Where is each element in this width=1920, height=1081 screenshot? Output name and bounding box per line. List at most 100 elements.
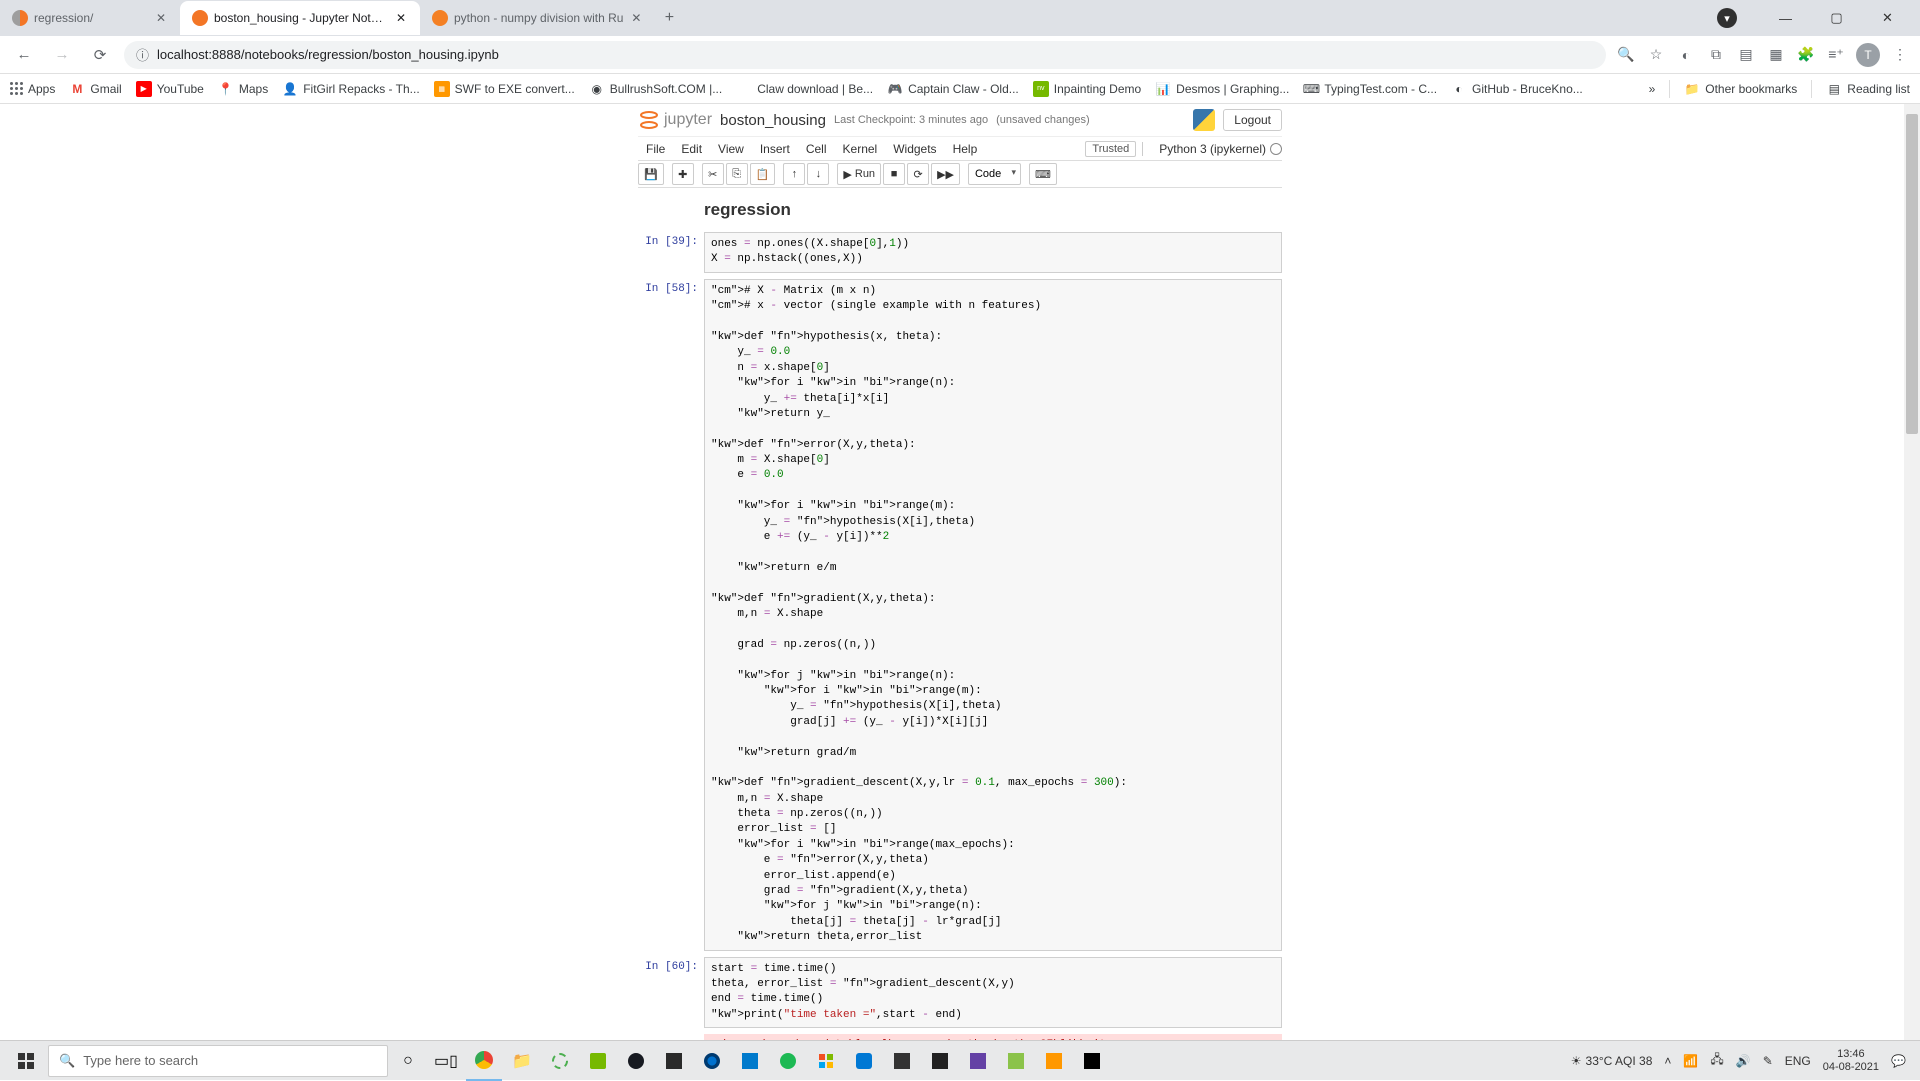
trusted-indicator[interactable]: Trusted [1085, 141, 1136, 157]
bookmark-overflow[interactable]: » [1649, 82, 1656, 96]
jupyter-logo[interactable]: jupyter [638, 109, 712, 131]
notes-taskbar-icon[interactable] [998, 1041, 1034, 1081]
menu-edit[interactable]: Edit [673, 142, 710, 156]
restart-button[interactable]: ⟳ [907, 163, 929, 185]
notifications-icon[interactable]: 💬 [1891, 1054, 1906, 1068]
menu-widgets[interactable]: Widgets [885, 142, 944, 156]
reading-list[interactable]: ▤Reading list [1826, 81, 1910, 97]
markdown-cell[interactable]: regression [638, 196, 1282, 232]
task-view-icon[interactable]: ▭▯ [428, 1041, 464, 1081]
reading-list-icon[interactable]: ≡⁺ [1826, 45, 1846, 65]
start-button[interactable] [6, 1041, 46, 1081]
extensions-icon[interactable]: 🧩 [1796, 45, 1816, 65]
apps-button[interactable]: Apps [10, 82, 55, 96]
site-info-icon[interactable]: ⓘ [136, 45, 149, 64]
app-taskbar-icon[interactable] [884, 1041, 920, 1081]
bookmark-desmos[interactable]: 📊Desmos | Graphing... [1155, 81, 1289, 97]
bookmark-maps[interactable]: 📍Maps [218, 81, 268, 97]
menu-cell[interactable]: Cell [798, 142, 835, 156]
close-window-button[interactable]: ✕ [1865, 3, 1910, 33]
bookmark-claw-download[interactable]: Claw download | Be... [736, 81, 873, 97]
steam-taskbar-icon[interactable] [618, 1041, 654, 1081]
grid-icon[interactable]: ▦ [1766, 45, 1786, 65]
vscode-taskbar-icon[interactable] [732, 1041, 768, 1081]
prime-taskbar-icon[interactable] [960, 1041, 996, 1081]
msstore-taskbar-icon[interactable] [808, 1041, 844, 1081]
menu-view[interactable]: View [710, 142, 752, 156]
scrollbar-thumb[interactable] [1906, 114, 1918, 434]
logout-button[interactable]: Logout [1223, 109, 1282, 131]
wifi-icon[interactable]: 📶 [1683, 1054, 1698, 1068]
code-cell-58[interactable]: In [58]: "cm"># X - Matrix (m x n) "cm">… [638, 279, 1282, 951]
app-green-icon[interactable] [542, 1041, 578, 1081]
menu-kernel[interactable]: Kernel [835, 142, 886, 156]
network-icon[interactable]: 🖧 [1710, 1050, 1723, 1071]
menu-help[interactable]: Help [945, 142, 986, 156]
nvidia-taskbar-icon[interactable] [580, 1041, 616, 1081]
close-icon[interactable]: ✕ [394, 11, 408, 25]
code-input[interactable]: ones = np.ones((X.shape[0],1)) X = np.hs… [704, 232, 1282, 273]
tab-boston-housing[interactable]: boston_housing - Jupyter Notebo ✕ [180, 1, 420, 35]
bookmark-github[interactable]: ◐GitHub - BruceKno... [1451, 81, 1583, 97]
unity-taskbar-icon[interactable] [922, 1041, 958, 1081]
run-button[interactable]: ▶ Run [837, 163, 881, 185]
forward-button[interactable]: → [48, 41, 76, 69]
cortana-icon[interactable]: ○ [390, 1041, 426, 1081]
ubisoft-taskbar-icon[interactable] [694, 1041, 730, 1081]
back-button[interactable]: ← [10, 41, 38, 69]
move-up-button[interactable]: ↑ [783, 163, 805, 185]
spotify-taskbar-icon[interactable] [770, 1041, 806, 1081]
bookmark-youtube[interactable]: ▶YouTube [136, 81, 204, 97]
tab-search-button[interactable]: ▾ [1717, 8, 1737, 28]
taskbar-search[interactable]: 🔍 Type here to search [48, 1045, 388, 1077]
close-icon[interactable]: ✕ [154, 11, 168, 25]
restart-run-button[interactable]: ▶▶ [931, 163, 960, 185]
pen-icon[interactable]: ✎ [1763, 1054, 1773, 1068]
extension-icon[interactable]: ◐ [1676, 45, 1696, 65]
tray-chevron-icon[interactable]: ˄ [1664, 1054, 1671, 1068]
chrome-taskbar-icon[interactable] [466, 1041, 502, 1081]
sublime-taskbar-icon[interactable] [1036, 1041, 1072, 1081]
code-input[interactable]: "cm"># X - Matrix (m x n) "cm"># x - vec… [704, 279, 1282, 951]
other-bookmarks[interactable]: 📁Other bookmarks [1684, 81, 1797, 97]
code-cell-39[interactable]: In [39]: ones = np.ones((X.shape[0],1)) … [638, 232, 1282, 273]
cell-type-select[interactable]: Code [968, 163, 1021, 185]
code-input[interactable]: start = time.time() theta, error_list = … [704, 957, 1282, 1029]
clock[interactable]: 13:46 04-08-2021 [1823, 1048, 1879, 1072]
menu-file[interactable]: File [638, 142, 673, 156]
bookmark-bullrush[interactable]: ◉BullrushSoft.COM |... [589, 81, 722, 97]
reload-button[interactable]: ⟳ [86, 41, 114, 69]
minimize-button[interactable]: — [1763, 3, 1808, 33]
bookmark-captain-claw[interactable]: 🎮Captain Claw - Old... [887, 81, 1019, 97]
code-cell-60[interactable]: In [60]: start = time.time() theta, erro… [638, 957, 1282, 1029]
explorer-taskbar-icon[interactable]: 📁 [504, 1041, 540, 1081]
command-palette-button[interactable]: ⌨ [1029, 163, 1057, 185]
reader-icon[interactable]: ▤ [1736, 45, 1756, 65]
url-field[interactable]: ⓘ localhost:8888/notebooks/regression/bo… [124, 41, 1606, 69]
maximize-button[interactable]: ▢ [1814, 3, 1859, 33]
new-tab-button[interactable]: + [655, 4, 683, 32]
language-indicator[interactable]: ENG [1785, 1054, 1811, 1068]
move-down-button[interactable]: ↓ [807, 163, 829, 185]
paste-button[interactable]: 📋 [750, 163, 776, 185]
bookmark-swf[interactable]: ▦SWF to EXE convert... [434, 81, 575, 97]
bookmark-typingtest[interactable]: ⌨TypingTest.com - C... [1303, 81, 1437, 97]
cut-button[interactable]: ✂ [702, 163, 724, 185]
bookmark-gmail[interactable]: MGmail [69, 81, 121, 97]
save-button[interactable]: 💾 [638, 163, 664, 185]
interrupt-button[interactable]: ■ [883, 163, 905, 185]
weather-widget[interactable]: ☀ 33°C AQI 38 [1571, 1054, 1653, 1068]
epic-taskbar-icon[interactable] [656, 1041, 692, 1081]
kernel-name[interactable]: Python 3 (ipykernel) [1159, 142, 1282, 156]
scrollbar[interactable] [1904, 104, 1920, 1040]
tab-stackoverflow[interactable]: python - numpy division with Ru ✕ [420, 1, 655, 35]
close-icon[interactable]: ✕ [629, 11, 643, 25]
volume-icon[interactable]: 🔊 [1736, 1054, 1751, 1068]
bookmark-fitgirl[interactable]: 👤FitGirl Repacks - Th... [282, 81, 419, 97]
notebook-name[interactable]: boston_housing [720, 112, 826, 129]
edge-taskbar-icon[interactable] [846, 1041, 882, 1081]
menu-insert[interactable]: Insert [752, 142, 798, 156]
terminal-taskbar-icon[interactable] [1074, 1041, 1110, 1081]
zoom-icon[interactable]: 🔍 [1616, 45, 1636, 65]
star-icon[interactable]: ☆ [1646, 45, 1666, 65]
